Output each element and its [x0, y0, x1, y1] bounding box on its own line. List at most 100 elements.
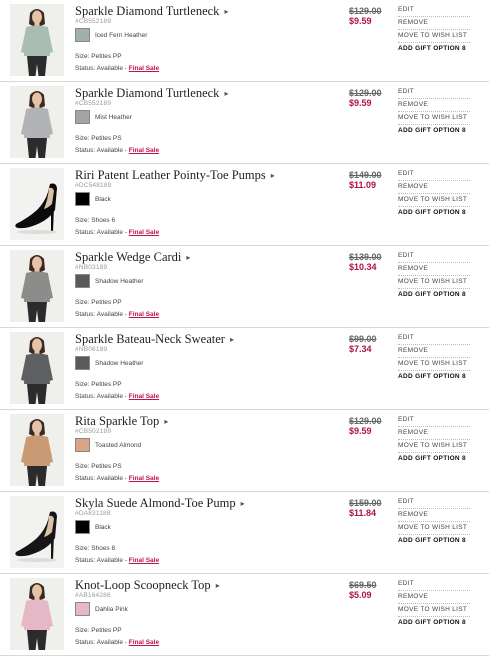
- product-name[interactable]: Riri Patent Leather Pointy-Toe Pumps: [75, 168, 266, 182]
- add-gift-option-link[interactable]: ADD GIFT OPTION 8: [398, 207, 470, 219]
- sale-price: $5.09: [349, 590, 372, 600]
- status-line: Status: Available - Final Sale: [75, 311, 159, 318]
- status-label: Status: Available -: [75, 557, 129, 564]
- remove-link[interactable]: REMOVE: [398, 263, 470, 276]
- move-to-wish-list-link[interactable]: MOVE TO WISH LIST: [398, 112, 470, 125]
- product-name[interactable]: Sparkle Diamond Turtleneck: [75, 4, 219, 18]
- edit-link[interactable]: EDIT: [398, 250, 470, 263]
- product-name-link[interactable]: Knot-Loop Scoopneck Top ▸: [75, 578, 220, 593]
- move-to-wish-list-link[interactable]: MOVE TO WISH LIST: [398, 440, 470, 453]
- item-actions: EDIT REMOVE MOVE TO WISH LIST ADD GIFT O…: [398, 332, 470, 383]
- move-to-wish-list-link[interactable]: MOVE TO WISH LIST: [398, 358, 470, 371]
- product-image[interactable]: [10, 168, 64, 240]
- original-price: $129.00: [349, 6, 382, 16]
- product-image[interactable]: [10, 578, 64, 650]
- product-sku: #NB03189: [75, 264, 108, 271]
- product-name-link[interactable]: Sparkle Wedge Cardi ▸: [75, 250, 190, 265]
- size-label: Size: Shoes 6: [75, 217, 116, 224]
- product-image[interactable]: [10, 250, 64, 322]
- sale-price: $10.34: [349, 262, 377, 272]
- product-name-link[interactable]: Skyla Suede Almond-Toe Pump ▸: [75, 496, 245, 511]
- product-name-link[interactable]: Sparkle Bateau-Neck Sweater ▸: [75, 332, 234, 347]
- size-label: Size: Shoes 8: [75, 545, 116, 552]
- color-name: Black: [95, 196, 111, 203]
- color-name: Mist Heather: [95, 114, 132, 121]
- edit-link[interactable]: EDIT: [398, 332, 470, 345]
- cart-item: Sparkle Diamond Turtleneck ▸ #CB552189 Ic…: [0, 0, 489, 82]
- remove-link[interactable]: REMOVE: [398, 591, 470, 604]
- final-sale-link[interactable]: Final Sale: [129, 147, 159, 154]
- sale-price: $7.34: [349, 344, 372, 354]
- final-sale-link[interactable]: Final Sale: [129, 475, 159, 482]
- product-name[interactable]: Sparkle Diamond Turtleneck: [75, 86, 219, 100]
- item-actions: EDIT REMOVE MOVE TO WISH LIST ADD GIFT O…: [398, 4, 470, 55]
- add-gift-option-link[interactable]: ADD GIFT OPTION 8: [398, 535, 470, 547]
- status-label: Status: Available -: [75, 147, 129, 154]
- size-label: Size: Petites PS: [75, 135, 122, 142]
- product-sku: #CB552189: [75, 18, 112, 25]
- product-name[interactable]: Skyla Suede Almond-Toe Pump: [75, 496, 236, 510]
- add-gift-option-link[interactable]: ADD GIFT OPTION 8: [398, 617, 470, 629]
- edit-link[interactable]: EDIT: [398, 168, 470, 181]
- size-label: Size: Petites PP: [75, 299, 122, 306]
- add-gift-option-link[interactable]: ADD GIFT OPTION 8: [398, 43, 470, 55]
- move-to-wish-list-link[interactable]: MOVE TO WISH LIST: [398, 604, 470, 617]
- size-label: Size: Petites PP: [75, 627, 122, 634]
- product-name[interactable]: Knot-Loop Scoopneck Top: [75, 578, 211, 592]
- product-image[interactable]: [10, 414, 64, 486]
- remove-link[interactable]: REMOVE: [398, 509, 470, 522]
- final-sale-link[interactable]: Final Sale: [129, 65, 159, 72]
- final-sale-link[interactable]: Final Sale: [129, 557, 159, 564]
- arrow-right-icon: ▸: [240, 499, 245, 508]
- color-name: Dahlia Pink: [95, 606, 128, 613]
- status-line: Status: Available - Final Sale: [75, 475, 159, 482]
- remove-link[interactable]: REMOVE: [398, 99, 470, 112]
- original-price: $139.00: [349, 252, 382, 262]
- edit-link[interactable]: EDIT: [398, 496, 470, 509]
- product-image[interactable]: [10, 86, 64, 158]
- original-price: $129.00: [349, 88, 382, 98]
- final-sale-link[interactable]: Final Sale: [129, 311, 159, 318]
- status-label: Status: Available -: [75, 639, 129, 646]
- product-image[interactable]: [10, 332, 64, 404]
- add-gift-option-link[interactable]: ADD GIFT OPTION 8: [398, 125, 470, 137]
- final-sale-link[interactable]: Final Sale: [129, 639, 159, 646]
- color-swatch: [75, 28, 90, 42]
- move-to-wish-list-link[interactable]: MOVE TO WISH LIST: [398, 522, 470, 535]
- product-name-link[interactable]: Riri Patent Leather Pointy-Toe Pumps ▸: [75, 168, 275, 183]
- edit-link[interactable]: EDIT: [398, 578, 470, 591]
- edit-link[interactable]: EDIT: [398, 4, 470, 17]
- shopping-bag-list: Sparkle Diamond Turtleneck ▸ #CB552189 Ic…: [0, 0, 489, 658]
- status-line: Status: Available - Final Sale: [75, 557, 159, 564]
- remove-link[interactable]: REMOVE: [398, 17, 470, 30]
- cart-item: Sparkle Wedge Cardi ▸ #NB03189 Shadow Hea…: [0, 246, 489, 328]
- edit-link[interactable]: EDIT: [398, 414, 470, 427]
- final-sale-link[interactable]: Final Sale: [129, 229, 159, 236]
- add-gift-option-link[interactable]: ADD GIFT OPTION 8: [398, 453, 470, 465]
- final-sale-link[interactable]: Final Sale: [129, 393, 159, 400]
- product-name-link[interactable]: Sparkle Diamond Turtleneck ▸: [75, 4, 228, 19]
- cart-item: Knot-Loop Scoopneck Top ▸ #AB164286 Dahli…: [0, 574, 489, 656]
- remove-link[interactable]: REMOVE: [398, 427, 470, 440]
- size-label: Size: Petites PP: [75, 381, 122, 388]
- product-sku: #DC548189: [75, 182, 112, 189]
- product-name[interactable]: Sparkle Bateau-Neck Sweater: [75, 332, 225, 346]
- status-line: Status: Available - Final Sale: [75, 229, 159, 236]
- size-label: Size: Petites PS: [75, 463, 122, 470]
- move-to-wish-list-link[interactable]: MOVE TO WISH LIST: [398, 194, 470, 207]
- product-sku: #DA831188: [75, 510, 111, 517]
- add-gift-option-link[interactable]: ADD GIFT OPTION 8: [398, 289, 470, 301]
- move-to-wish-list-link[interactable]: MOVE TO WISH LIST: [398, 30, 470, 43]
- product-name[interactable]: Sparkle Wedge Cardi: [75, 250, 181, 264]
- remove-link[interactable]: REMOVE: [398, 345, 470, 358]
- edit-link[interactable]: EDIT: [398, 86, 470, 99]
- move-to-wish-list-link[interactable]: MOVE TO WISH LIST: [398, 276, 470, 289]
- add-gift-option-link[interactable]: ADD GIFT OPTION 8: [398, 371, 470, 383]
- product-name[interactable]: Rita Sparkle Top: [75, 414, 159, 428]
- product-name-link[interactable]: Sparkle Diamond Turtleneck ▸: [75, 86, 228, 101]
- product-name-link[interactable]: Rita Sparkle Top ▸: [75, 414, 168, 429]
- product-image[interactable]: [10, 4, 64, 76]
- product-image[interactable]: [10, 496, 64, 568]
- original-price: $129.00: [349, 416, 382, 426]
- remove-link[interactable]: REMOVE: [398, 181, 470, 194]
